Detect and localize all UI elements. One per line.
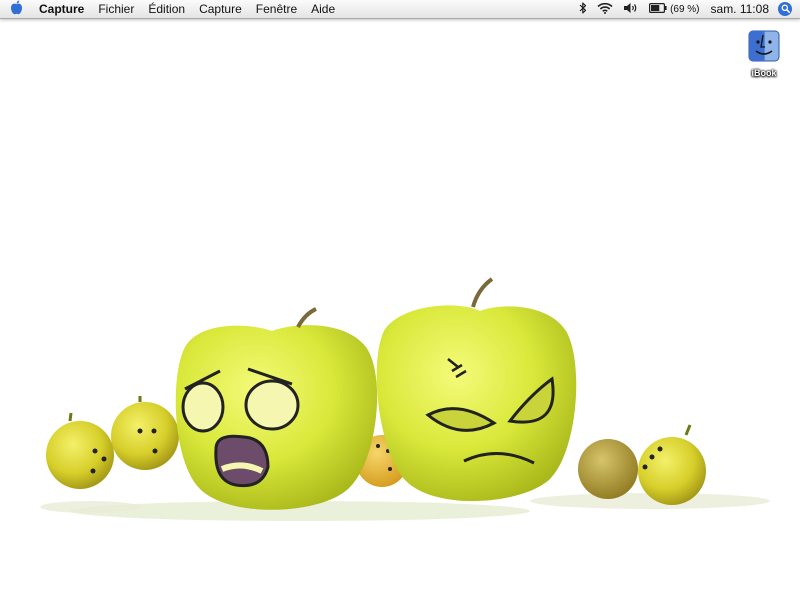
wifi-icon — [597, 2, 613, 17]
bluetooth-icon — [579, 1, 587, 17]
wallpaper-apples — [40, 277, 770, 521]
menu-bar: Capture Fichier Édition Capture Fenêtre … — [0, 0, 800, 19]
battery-level-fill — [651, 5, 660, 11]
menu-fichier[interactable]: Fichier — [91, 0, 141, 18]
finder-icon — [748, 30, 780, 66]
menu-capture[interactable]: Capture — [192, 0, 249, 18]
desktop-icon-label: iBook — [751, 68, 777, 78]
clock[interactable]: sam. 11:08 — [705, 0, 778, 18]
apple-icon — [10, 0, 23, 18]
battery-icon — [649, 2, 667, 16]
bluetooth-menu[interactable] — [574, 0, 592, 18]
battery-menu[interactable]: (69 %) — [644, 0, 704, 18]
status-area: (69 %) sam. 11:08 — [574, 0, 800, 18]
menu-edition[interactable]: Édition — [141, 0, 192, 18]
volume-icon — [623, 2, 639, 17]
menu-app-capture[interactable]: Capture — [32, 0, 91, 18]
battery-percent: (69 %) — [670, 3, 700, 15]
menu-fenetre[interactable]: Fenêtre — [249, 0, 304, 18]
spotlight-button[interactable] — [778, 2, 792, 16]
search-icon — [781, 2, 790, 16]
volume-menu[interactable] — [618, 0, 644, 18]
desktop[interactable]: iBook — [0, 19, 800, 600]
apple-menu[interactable] — [0, 0, 32, 18]
menu-aide[interactable]: Aide — [304, 0, 342, 18]
wifi-menu[interactable] — [592, 0, 618, 18]
desktop-icon-ibook[interactable]: iBook — [738, 30, 790, 78]
